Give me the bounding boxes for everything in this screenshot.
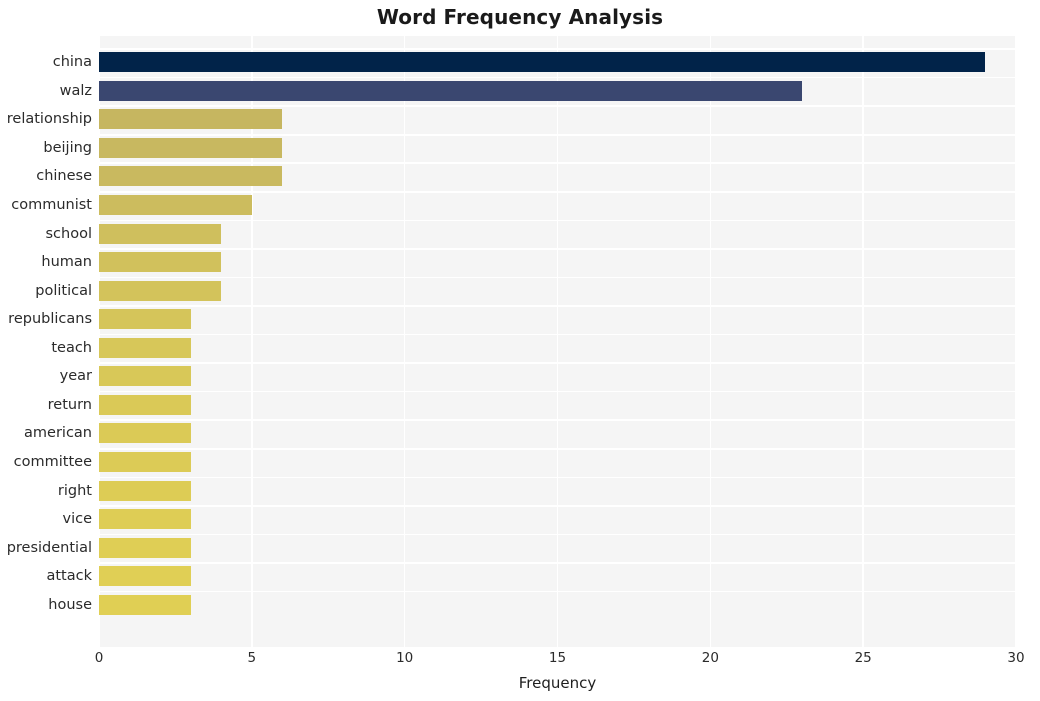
bar-school[interactable] xyxy=(99,223,222,244)
x-axis-tick-labels: 0 5 10 15 20 25 30 xyxy=(0,650,1040,674)
y-tick-label-beijing: beijing xyxy=(43,139,92,156)
gridline-horizontal xyxy=(99,533,1016,536)
bar-house[interactable] xyxy=(99,594,191,615)
y-tick-label-political: political xyxy=(35,282,92,299)
plot-area xyxy=(99,36,1016,647)
bar-walz[interactable] xyxy=(99,80,803,101)
bar-teach[interactable] xyxy=(99,337,191,358)
y-tick-label-china: china xyxy=(52,54,92,71)
gridline-horizontal xyxy=(99,476,1016,479)
y-axis-tick-labels: china walz relationship beijing chinese commu… xyxy=(0,36,92,647)
gridline-horizontal xyxy=(99,419,1016,422)
gridline-vertical-15 xyxy=(556,36,559,647)
x-tick-label-0: 0 xyxy=(94,650,104,666)
chart-figure: Word Frequency Analysis china walz relatio… xyxy=(0,0,1040,701)
bar-republicans[interactable] xyxy=(99,309,191,330)
bar-committee[interactable] xyxy=(99,451,191,472)
y-tick-label-walz: walz xyxy=(59,82,92,99)
gridline-horizontal xyxy=(99,562,1016,564)
bar-year[interactable] xyxy=(99,366,191,387)
gridline-vertical-25 xyxy=(862,36,864,647)
y-tick-label-committee: committee xyxy=(13,453,92,470)
bar-china[interactable] xyxy=(99,52,986,73)
y-tick-label-attack: attack xyxy=(46,568,92,585)
gridline-horizontal xyxy=(99,333,1016,336)
bar-chinese[interactable] xyxy=(99,166,283,187)
y-tick-label-chinese: chinese xyxy=(36,168,92,185)
gridline-horizontal xyxy=(99,248,1016,250)
y-tick-label-american: american xyxy=(24,425,92,442)
gridline-horizontal xyxy=(99,276,1016,279)
gridline-horizontal xyxy=(99,505,1016,507)
bar-vice[interactable] xyxy=(99,509,191,530)
gridline-vertical-20 xyxy=(709,36,712,647)
gridline-vertical-10 xyxy=(403,36,406,647)
gridline-horizontal xyxy=(99,133,1016,136)
chart-title: Word Frequency Analysis xyxy=(376,5,664,29)
gridline-horizontal xyxy=(99,447,1016,450)
gridline-vertical-30 xyxy=(1015,36,1016,647)
bar-beijing[interactable] xyxy=(99,137,283,158)
gridline-horizontal xyxy=(99,105,1016,107)
y-tick-label-relationship: relationship xyxy=(6,111,92,128)
x-tick-label-20: 20 xyxy=(701,650,719,666)
gridline-horizontal xyxy=(99,362,1016,364)
bar-political[interactable] xyxy=(99,280,222,301)
bar-human[interactable] xyxy=(99,252,222,273)
gridline-horizontal xyxy=(99,191,1016,193)
y-tick-label-teach: teach xyxy=(51,339,92,356)
x-axis-label: Frequency xyxy=(518,674,597,692)
gridline-horizontal xyxy=(99,390,1016,393)
y-tick-label-house: house xyxy=(48,596,92,613)
gridline-horizontal xyxy=(99,162,1016,165)
x-tick-label-15: 15 xyxy=(548,650,567,666)
gridline-horizontal xyxy=(99,219,1016,222)
bar-right[interactable] xyxy=(99,480,191,501)
gridline-horizontal xyxy=(99,76,1016,79)
y-tick-label-year: year xyxy=(59,368,92,385)
x-tick-label-30: 30 xyxy=(1007,650,1025,666)
gridline-horizontal xyxy=(99,48,1016,50)
y-tick-label-right: right xyxy=(57,482,92,499)
y-tick-label-human: human xyxy=(41,254,92,271)
bar-communist[interactable] xyxy=(99,195,252,216)
bar-return[interactable] xyxy=(99,394,191,415)
y-tick-label-presidential: presidential xyxy=(6,539,92,556)
y-tick-label-school: school xyxy=(45,225,93,242)
x-tick-label-5: 5 xyxy=(247,650,257,666)
y-tick-label-republicans: republicans xyxy=(8,311,92,328)
x-tick-label-10: 10 xyxy=(396,650,414,666)
bar-relationship[interactable] xyxy=(99,109,283,130)
bar-american[interactable] xyxy=(99,423,191,444)
bar-attack[interactable] xyxy=(99,566,191,587)
x-tick-label-25: 25 xyxy=(854,650,872,666)
gridline-horizontal xyxy=(99,305,1016,307)
gridline-horizontal xyxy=(99,590,1016,593)
y-tick-label-communist: communist xyxy=(11,197,92,214)
y-tick-label-vice: vice xyxy=(62,511,92,528)
y-tick-label-return: return xyxy=(47,396,92,413)
bar-presidential[interactable] xyxy=(99,537,191,558)
